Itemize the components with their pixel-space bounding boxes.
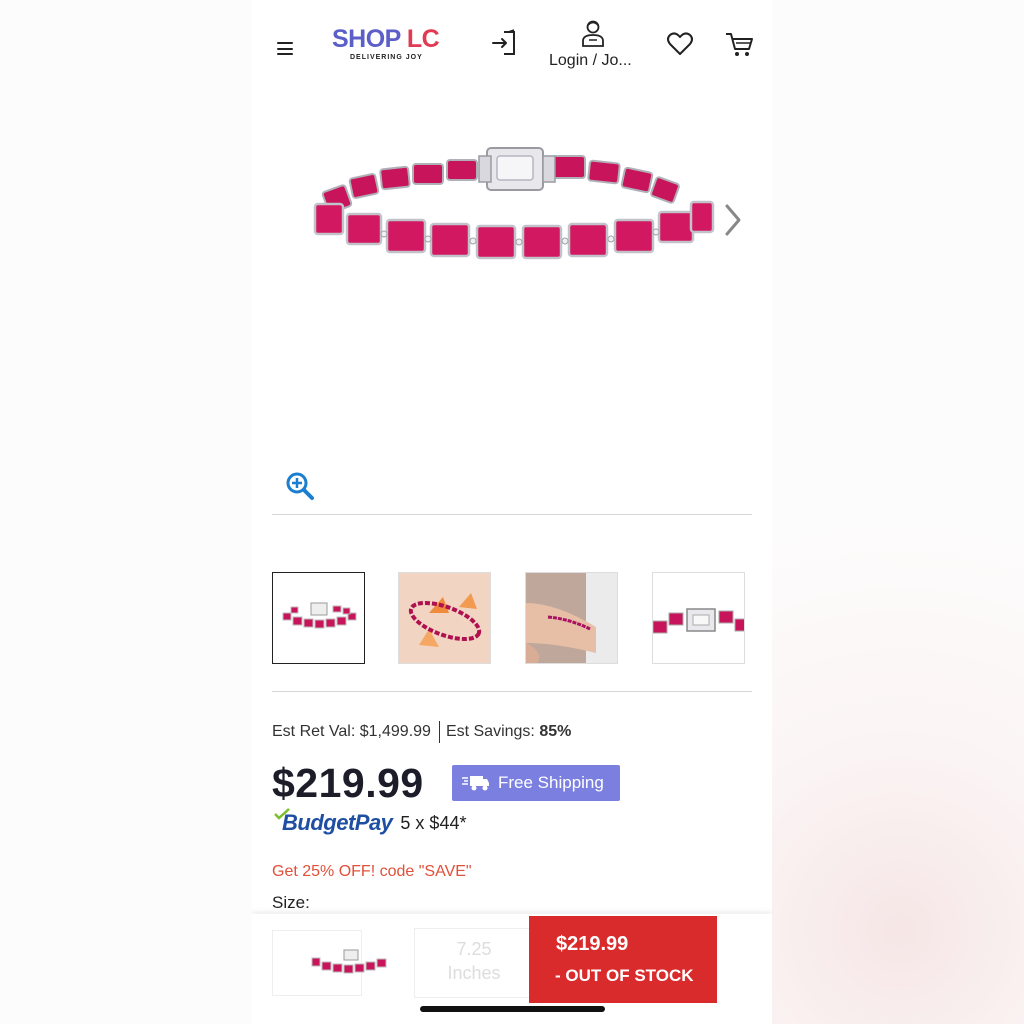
delivery-truck-icon: [462, 776, 489, 791]
phone-screen: SHOP LC DELIVERING JOY Login / Jo... Est…: [252, 0, 772, 1024]
bar-price: $219.99: [556, 933, 629, 955]
thumbnail-bracelet-display[interactable]: [398, 572, 491, 664]
estimated-value-line: Est Ret Val: $1,499.99 Est Savings: 85%: [272, 721, 571, 743]
divider: [272, 691, 752, 692]
thumbnail-image: [282, 602, 357, 629]
zoom-in-icon[interactable]: [285, 471, 315, 501]
check-icon: [274, 808, 290, 820]
free-shipping-label: Free Shipping: [498, 773, 604, 792]
product-price: $219.99: [272, 760, 424, 806]
user-icon[interactable]: [580, 19, 606, 49]
thumbnail-image: [653, 608, 744, 634]
thumbnail-bracelet-clasp[interactable]: [652, 572, 745, 664]
stock-status: - OUT OF STOCK: [555, 966, 694, 985]
budgetpay-row[interactable]: BudgetPay 5 x $44*: [274, 808, 467, 836]
cart-icon[interactable]: [724, 30, 754, 58]
promo-code-text: Get 25% OFF! code "SAVE": [272, 863, 472, 880]
est-ret-label: Est Ret Val:: [272, 723, 356, 741]
budgetpay-terms: 5 x $44*: [400, 812, 467, 833]
est-savings-value: 85%: [539, 723, 572, 741]
product-main-image[interactable]: [307, 140, 717, 270]
bottom-bar-product-thumbnail: [311, 949, 387, 974]
login-link[interactable]: Login / Jo...: [549, 52, 639, 70]
thumbnail-bracelet-front[interactable]: [272, 572, 365, 664]
size-label: Size:: [272, 893, 310, 912]
divider: [272, 514, 752, 515]
heart-icon[interactable]: [666, 31, 694, 57]
thumbnail-bracelet-wrist[interactable]: [525, 572, 618, 664]
faded-size-option: 7.25 Inches: [414, 928, 534, 998]
free-shipping-badge: Free Shipping: [452, 765, 620, 801]
logo-shop: SHOP: [332, 25, 401, 53]
shoplc-logo[interactable]: SHOP LC DELIVERING JOY: [332, 24, 450, 64]
est-ret-value: $1,499.99: [359, 723, 431, 741]
budgetpay-logo: BudgetPay: [274, 808, 393, 836]
logo-tagline: DELIVERING JOY: [350, 54, 423, 61]
thumbnail-image: [526, 573, 617, 663]
sign-in-icon[interactable]: [490, 28, 520, 58]
est-savings-label: Est Savings:: [445, 723, 535, 741]
thumbnail-image: [399, 573, 490, 663]
logo-lc: LC: [406, 25, 440, 53]
home-indicator[interactable]: [420, 1006, 605, 1012]
next-image-arrow-icon[interactable]: [722, 202, 744, 238]
menu-icon[interactable]: [277, 42, 293, 55]
buy-now-button-out-of-stock[interactable]: $219.99 - OUT OF STOCK: [529, 916, 717, 1003]
